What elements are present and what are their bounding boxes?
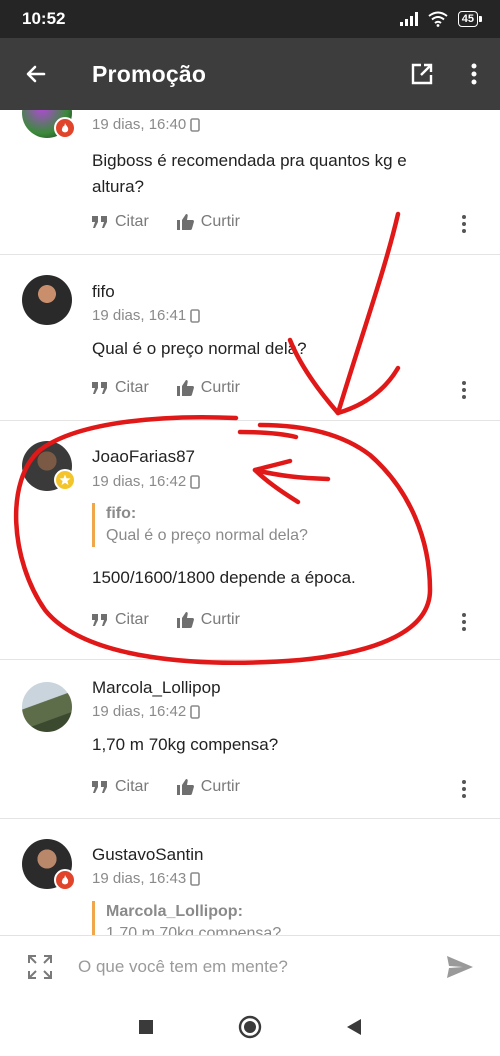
avatar[interactable] <box>22 682 72 732</box>
quote-icon <box>92 781 107 793</box>
status-icons: 45 <box>399 11 483 27</box>
expand-button[interactable] <box>0 936 80 998</box>
open-external-icon <box>411 63 433 85</box>
post-more-button[interactable] <box>454 212 474 236</box>
post-meta: 19 dias, 16:42 <box>92 703 201 720</box>
cite-label: Citar <box>115 379 149 396</box>
send-button[interactable] <box>420 936 500 998</box>
expand-icon <box>28 954 52 979</box>
triangle-back-icon <box>347 1018 361 1035</box>
post-more-button[interactable] <box>454 610 474 634</box>
list-item: fifo 19 dias, 16:41 Qual é o preço norma… <box>0 255 500 420</box>
open-external-button[interactable] <box>396 38 448 110</box>
username[interactable]: JoaoFarias87 <box>92 447 195 467</box>
post-meta: 19 dias, 16:42 <box>92 473 201 490</box>
thumbs-up-icon <box>176 380 194 396</box>
quote-text: Qual é o preço normal dela? <box>106 527 308 544</box>
avatar[interactable] <box>22 275 72 325</box>
list-item: 19 dias, 16:40 Bigboss é recomendada pra… <box>0 110 500 254</box>
post-body: Bigboss é recomendada pra quantos kg e a… <box>92 151 407 196</box>
quoted-message[interactable]: fifo: Qual é o preço normal dela? <box>92 503 308 547</box>
app-bar: Promoção <box>0 38 500 110</box>
like-label: Curtir <box>200 213 240 230</box>
post-body: Qual é o preço normal dela? <box>92 339 307 358</box>
arrow-left-icon <box>26 65 46 83</box>
system-nav-bar <box>0 997 500 1056</box>
like-button[interactable]: Curtir <box>176 611 240 629</box>
cite-button[interactable]: Citar <box>92 379 149 397</box>
more-vertical-icon <box>462 215 466 233</box>
post-body: 1500/1600/1800 depende a época. <box>92 568 356 587</box>
status-time: 10:52 <box>22 9 66 28</box>
like-label: Curtir <box>200 611 240 628</box>
post-timestamp: 19 dias, 16:42 <box>92 473 187 490</box>
thumbs-up-icon <box>176 214 194 230</box>
quote-author: fifo: <box>106 505 137 522</box>
mobile-device-icon <box>190 117 201 132</box>
cite-button[interactable]: Citar <box>92 611 149 629</box>
post-timestamp: 19 dias, 16:42 <box>92 703 187 720</box>
username[interactable]: Marcola_Lollipop <box>92 678 221 698</box>
like-button[interactable]: Curtir <box>176 778 240 796</box>
mobile-device-icon <box>190 308 201 323</box>
cite-label: Citar <box>115 213 149 230</box>
comment-feed[interactable]: 19 dias, 16:40 Bigboss é recomendada pra… <box>0 110 500 935</box>
mobile-device-icon <box>190 871 201 886</box>
overflow-menu-button[interactable] <box>448 38 500 110</box>
quote-icon <box>92 382 107 394</box>
signal-icon <box>399 12 418 26</box>
status-bar: 10:52 45 <box>0 0 500 38</box>
post-timestamp: 19 dias, 16:41 <box>92 307 187 324</box>
back-button[interactable] <box>0 38 72 110</box>
page-title: Promoção <box>92 60 207 87</box>
post-timestamp: 19 dias, 16:43 <box>92 870 187 887</box>
cite-button[interactable]: Citar <box>92 213 149 231</box>
quote-icon <box>92 614 107 626</box>
thumbs-up-icon <box>176 779 194 795</box>
square-icon <box>139 1019 153 1034</box>
post-more-button[interactable] <box>454 777 474 801</box>
username[interactable]: GustavoSantin <box>92 845 204 865</box>
quoted-message[interactable]: Marcola_Lollipop: 1,70 m 70kg compensa? <box>92 901 281 935</box>
list-item: GustavoSantin 19 dias, 16:43 Marcola_Lol… <box>0 819 500 935</box>
mobile-device-icon <box>190 704 201 719</box>
quote-icon <box>92 216 107 228</box>
message-input[interactable] <box>78 946 420 987</box>
list-item: Marcola_Lollipop 19 dias, 16:42 1,70 m 7… <box>0 660 500 818</box>
composer-bar <box>0 935 500 997</box>
cite-button[interactable]: Citar <box>92 778 149 796</box>
send-icon <box>447 955 473 978</box>
post-meta: 19 dias, 16:40 <box>92 116 201 133</box>
thumbs-up-icon <box>176 612 194 628</box>
username[interactable]: fifo <box>92 282 115 302</box>
fire-badge-icon <box>54 869 76 891</box>
mobile-device-icon <box>190 474 201 489</box>
more-vertical-icon <box>462 381 466 399</box>
cite-label: Citar <box>115 778 149 795</box>
quote-text: 1,70 m 70kg compensa? <box>106 925 282 935</box>
like-button[interactable]: Curtir <box>176 213 240 231</box>
like-label: Curtir <box>200 778 240 795</box>
more-vertical-icon <box>471 63 477 85</box>
home-button[interactable] <box>198 997 302 1056</box>
post-meta: 19 dias, 16:41 <box>92 307 201 324</box>
post-meta: 19 dias, 16:43 <box>92 870 201 887</box>
like-label: Curtir <box>200 379 240 396</box>
like-button[interactable]: Curtir <box>176 379 240 397</box>
star-badge-icon <box>54 469 76 491</box>
recents-button[interactable] <box>94 997 198 1056</box>
fire-badge-icon <box>54 117 76 139</box>
battery-indicator: 45 <box>457 11 483 27</box>
more-vertical-icon <box>462 780 466 798</box>
post-more-button[interactable] <box>454 378 474 402</box>
quote-author: Marcola_Lollipop: <box>106 903 243 920</box>
post-timestamp: 19 dias, 16:40 <box>92 116 187 133</box>
more-vertical-icon <box>462 613 466 631</box>
wifi-icon <box>428 11 448 27</box>
cite-label: Citar <box>115 611 149 628</box>
post-body: 1,70 m 70kg compensa? <box>92 735 279 754</box>
circle-icon <box>238 1015 262 1038</box>
system-back-button[interactable] <box>302 997 406 1056</box>
list-item: JoaoFarias87 19 dias, 16:42 fifo: Qual é… <box>0 421 500 659</box>
